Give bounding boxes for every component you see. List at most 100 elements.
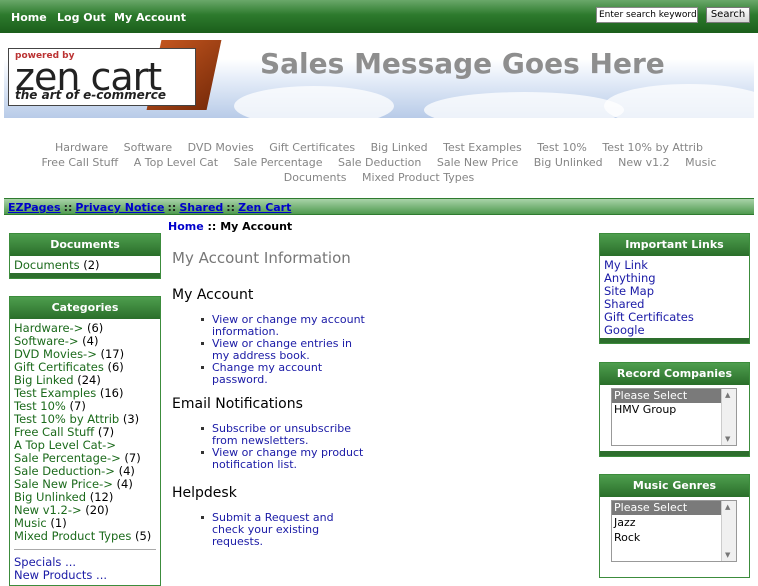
important-links-sidebox: Important Links My Link Anything Site Ma… <box>599 233 750 344</box>
specials-link[interactable]: Specials ... <box>14 555 76 569</box>
documents-link[interactable]: Documents <box>14 258 80 272</box>
category-link[interactable]: Big Unlinked <box>14 490 86 504</box>
item-count: (4) <box>118 464 135 478</box>
scroll-up-icon[interactable]: ▲ <box>725 503 730 511</box>
address-book-link[interactable]: View or change entries in my address boo… <box>198 338 368 362</box>
category-tab[interactable]: Test 10% by Attrib <box>602 140 703 155</box>
list-item[interactable]: Documents (2) <box>14 259 156 272</box>
list-item[interactable]: Mixed Product Types (5) <box>14 530 156 543</box>
music-genre-select[interactable]: Please Select Jazz Rock ▲ ▼ <box>611 500 737 562</box>
category-link[interactable]: A Top Level Cat-> <box>14 438 116 452</box>
select-option[interactable]: HMV Group <box>612 403 722 417</box>
item-count: (17) <box>100 347 125 361</box>
section-title-helpdesk: Helpdesk <box>172 485 237 501</box>
category-tab[interactable]: Big Linked <box>371 140 428 155</box>
important-links-title: Important Links <box>600 234 749 256</box>
important-links-list: My Link Anything Site Map Shared Gift Ce… <box>600 256 749 340</box>
nav-logout-link[interactable]: Log Out <box>57 11 106 24</box>
category-link[interactable]: Test 10% <box>14 399 66 413</box>
category-link[interactable]: Sale New Price-> <box>14 477 113 491</box>
category-tab[interactable]: Test Examples <box>443 140 522 155</box>
edit-account-link[interactable]: View or change my account information. <box>198 314 368 338</box>
scroll-up-icon[interactable]: ▲ <box>725 391 730 399</box>
select-scrollbar[interactable]: ▲ ▼ <box>721 389 736 445</box>
category-tab[interactable]: Big Unlinked <box>534 155 603 170</box>
music-genres-sidebox: Music Genres Please Select Jazz Rock ▲ ▼ <box>599 474 750 578</box>
documents-sidebox-title: Documents <box>10 234 160 256</box>
category-tab[interactable]: Test 10% <box>537 140 587 155</box>
item-count: (5) <box>134 529 152 543</box>
category-link[interactable]: Sale Percentage-> <box>14 451 121 465</box>
new-products-link[interactable]: New Products ... <box>14 568 107 582</box>
category-link[interactable]: Test 10% by Attrib <box>14 412 119 426</box>
category-link[interactable]: Gift Certificates <box>14 360 104 374</box>
nav-my-account-link[interactable]: My Account <box>114 11 186 24</box>
category-link[interactable]: Hardware-> <box>14 321 83 335</box>
search-button[interactable]: Search <box>706 7 750 23</box>
shared-link[interactable]: Shared <box>179 201 223 214</box>
category-tab[interactable]: Free Call Stuff <box>42 155 119 170</box>
category-tab[interactable]: Documents <box>284 170 347 185</box>
item-count: (4) <box>82 334 99 348</box>
item-count: (7) <box>97 425 115 439</box>
ezpages-separator: :: <box>167 201 177 214</box>
ezpages-link[interactable]: EZPages <box>8 201 61 214</box>
sidebox-footer <box>10 273 160 278</box>
nav-home-link[interactable]: Home <box>11 11 47 24</box>
sidebox-footer <box>600 451 749 456</box>
category-tabs: Hardware Software DVD Movies Gift Certif… <box>4 140 754 185</box>
categories-sidebox-title: Categories <box>10 297 160 319</box>
breadcrumb: Home :: My Account <box>168 220 292 233</box>
category-tab[interactable]: Sale Percentage <box>234 155 323 170</box>
select-option[interactable]: Please Select <box>612 501 722 515</box>
list-item[interactable]: New Products ... <box>14 569 156 582</box>
search-input[interactable]: Enter search keywords here <box>596 7 698 23</box>
item-count: (6) <box>86 321 104 335</box>
category-link[interactable]: Software-> <box>14 334 78 348</box>
item-count: (16) <box>99 386 124 400</box>
category-tab[interactable]: Sale Deduction <box>338 155 421 170</box>
select-option[interactable]: Rock <box>612 531 722 545</box>
zen-cart-link[interactable]: Zen Cart <box>238 201 291 214</box>
scroll-down-icon[interactable]: ▼ <box>725 551 730 559</box>
category-link[interactable]: Mixed Product Types <box>14 529 131 543</box>
category-tab[interactable]: Hardware <box>55 140 108 155</box>
category-link[interactable]: New v1.2-> <box>14 503 82 517</box>
category-tab[interactable]: Software <box>124 140 173 155</box>
select-scrollbar[interactable]: ▲ ▼ <box>721 501 736 561</box>
item-count: (4) <box>116 477 133 491</box>
top-nav-bar: Home Log Out My Account Enter search key… <box>0 0 758 33</box>
important-link[interactable]: Google <box>604 324 745 337</box>
categories-list: Hardware-> (6) Software-> (4) DVD Movies… <box>10 319 160 585</box>
category-tab[interactable]: Mixed Product Types <box>362 170 474 185</box>
category-link[interactable]: Sale Deduction-> <box>14 464 115 478</box>
my-account-links: View or change my account information. V… <box>198 314 368 386</box>
breadcrumb-separator: :: <box>207 220 217 233</box>
record-company-select[interactable]: Please Select HMV Group ▲ ▼ <box>611 388 737 446</box>
music-genres-title: Music Genres <box>600 475 749 497</box>
breadcrumb-current: My Account <box>220 220 293 233</box>
zen-cart-logo[interactable]: powered by zen cart the art of e-commerc… <box>8 48 196 106</box>
product-notifications-link[interactable]: View or change my product notification l… <box>198 447 368 471</box>
category-link[interactable]: Music <box>14 516 47 530</box>
select-option[interactable]: Please Select <box>612 389 722 403</box>
change-password-link[interactable]: Change my account password. <box>198 362 368 386</box>
category-link[interactable]: DVD Movies-> <box>14 347 97 361</box>
select-option[interactable]: Jazz <box>612 516 722 530</box>
category-tab[interactable]: Music <box>685 155 716 170</box>
category-tab[interactable]: Gift Certificates <box>269 140 355 155</box>
category-link[interactable]: Test Examples <box>14 386 96 400</box>
submit-request-link[interactable]: Submit a Request and check your existing… <box>198 512 368 548</box>
privacy-notice-link[interactable]: Privacy Notice <box>75 201 164 214</box>
newsletter-subscription-link[interactable]: Subscribe or unsubscribe from newsletter… <box>198 423 368 447</box>
category-link[interactable]: Free Call Stuff <box>14 425 94 439</box>
category-tab[interactable]: DVD Movies <box>188 140 254 155</box>
breadcrumb-home-link[interactable]: Home <box>168 220 204 233</box>
header-cloud <box>604 84 754 118</box>
category-tab[interactable]: New v1.2 <box>618 155 670 170</box>
scroll-down-icon[interactable]: ▼ <box>725 435 730 443</box>
category-tab[interactable]: A Top Level Cat <box>134 155 218 170</box>
category-tab[interactable]: Sale New Price <box>437 155 518 170</box>
category-link[interactable]: Big Linked <box>14 373 74 387</box>
ezpages-separator: :: <box>226 201 236 214</box>
